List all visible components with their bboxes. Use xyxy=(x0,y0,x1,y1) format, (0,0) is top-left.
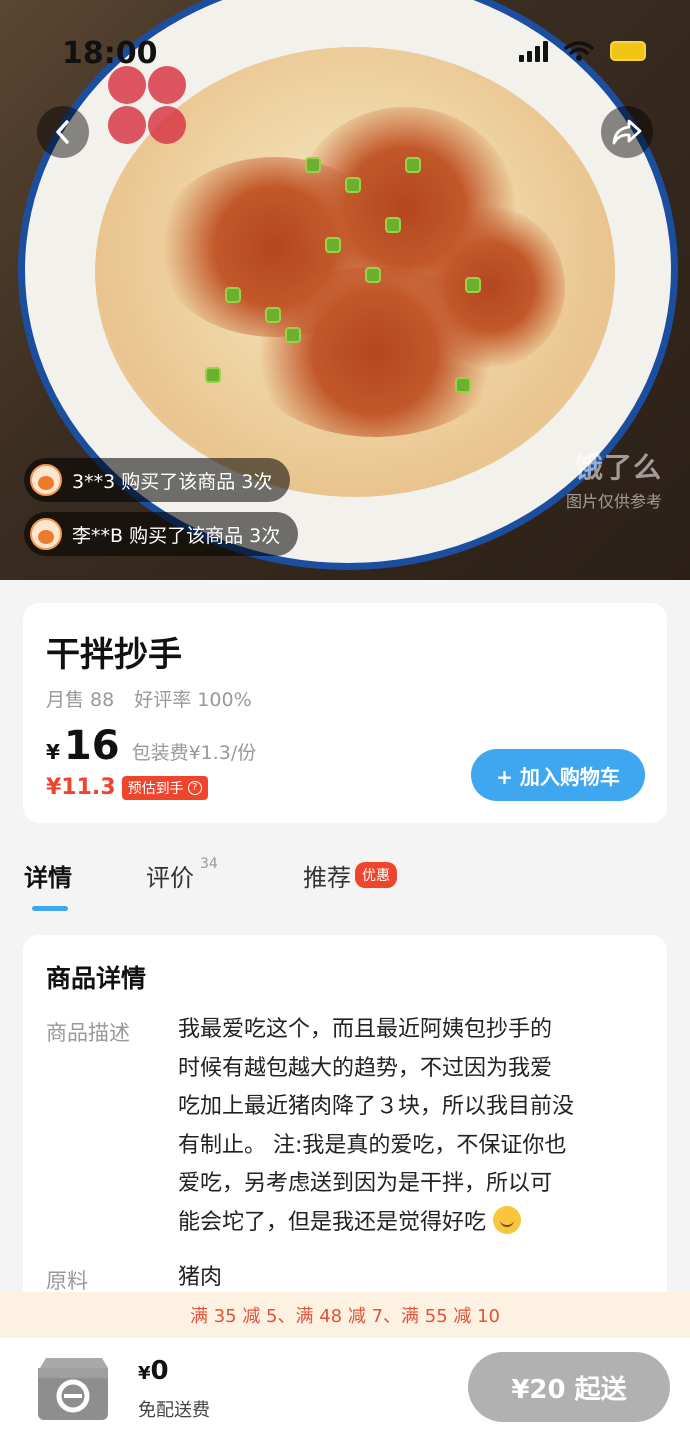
estimated-tag-label: 预估到手 xyxy=(127,780,184,797)
signal-icon xyxy=(519,40,548,62)
ingredients-label: 原料 xyxy=(46,1269,88,1293)
chevron-left-icon xyxy=(56,120,69,144)
tab-label: 详情 xyxy=(24,864,72,892)
product-image[interactable]: 饿了么 图片仅供参考 18:00 3**3 购买了该商品 3次 李**B 购买了… xyxy=(0,0,690,580)
status-time: 18:00 xyxy=(62,36,158,71)
cart-bar: ¥ 0 免配送费 ¥20 起送 xyxy=(0,1338,690,1451)
estimated-price: ¥11.3 xyxy=(46,775,116,800)
description-line: 有制止。 注:我是真的爱吃，不保证你也 xyxy=(178,1132,567,1158)
buyer-notice-text: 李**B 购买了该商品 3次 xyxy=(72,524,281,547)
tab-details[interactable]: 详情 xyxy=(24,858,72,893)
tab-label: 评价 xyxy=(146,864,194,892)
tab-active-indicator xyxy=(32,906,68,911)
tab-bar: 详情 评价 34 推荐 优惠 xyxy=(0,856,690,918)
avatar xyxy=(30,464,62,496)
cart-total-value: 0 xyxy=(150,1356,169,1386)
avatar xyxy=(30,518,62,550)
buyer-notice-text: 3**3 购买了该商品 3次 xyxy=(72,470,273,493)
product-name: 干拌抄手 xyxy=(46,635,182,675)
review-count: 34 xyxy=(200,856,218,872)
description-line: 吃加上最近猪肉降了３块，所以我目前没 xyxy=(178,1094,575,1119)
seal-logo xyxy=(108,66,188,166)
packaging-fee: 包装费¥1.3/份 xyxy=(131,742,257,764)
description-line: 我最爱吃这个，而且最近阿姨包抄手的 xyxy=(178,1017,553,1042)
cart-box-icon[interactable] xyxy=(32,1350,112,1426)
product-stats: 月售 88 好评率 100% xyxy=(46,685,252,712)
discount-promo-bar: 满 35 减 5、满 48 减 7、满 55 减 10 xyxy=(0,1292,690,1338)
tab-recommend[interactable]: 推荐 优惠 xyxy=(303,858,397,893)
tab-reviews[interactable]: 评价 34 xyxy=(146,856,218,893)
tab-label: 推荐 xyxy=(303,864,351,892)
status-icons xyxy=(519,40,646,62)
watermark-brand: 饿了么 xyxy=(574,451,662,484)
share-icon xyxy=(612,119,642,145)
checkout-button[interactable]: ¥20 起送 xyxy=(468,1352,670,1422)
product-price: 16 xyxy=(63,723,120,769)
estimated-tag[interactable]: 预估到手 ? xyxy=(121,775,208,800)
description-text: 我最爱吃这个，而且最近阿姨包抄手的 时候有越包越大的趋势，不过因为我爱 吃加上最… xyxy=(178,1011,648,1242)
cart-total: ¥ 0 xyxy=(138,1356,169,1386)
battery-icon xyxy=(610,41,646,61)
back-button[interactable] xyxy=(37,106,89,158)
share-button[interactable] xyxy=(601,106,653,158)
monthly-sales: 月售 88 xyxy=(46,689,115,711)
description-line: 时候有越包越大的趋势，不过因为我爱 xyxy=(178,1055,553,1081)
details-title: 商品详情 xyxy=(46,964,147,993)
currency-symbol: ¥ xyxy=(46,740,60,764)
product-details-card: 商品详情 商品描述 我最爱吃这个，而且最近阿姨包抄手的 时候有越包越大的趋势，不… xyxy=(23,935,667,1315)
description-line-last: 能会坨了，但是我还是觉得好吃 xyxy=(178,1204,648,1243)
description-label: 商品描述 xyxy=(46,1021,130,1045)
price-row: ¥ 16 包装费¥1.3/份 xyxy=(46,723,256,769)
rating: 好评率 100% xyxy=(134,689,252,711)
product-info-card: 干拌抄手 月售 88 好评率 100% ¥ 16 包装费¥1.3/份 ¥11.3… xyxy=(23,603,667,823)
add-to-cart-button[interactable]: + 加入购物车 xyxy=(471,749,645,801)
wifi-icon xyxy=(564,41,594,61)
cart-currency: ¥ xyxy=(138,1363,151,1384)
buyer-notice: 3**3 购买了该商品 3次 xyxy=(24,458,291,502)
help-icon: ? xyxy=(187,780,202,795)
description-line: 能会坨了，但是我还是觉得好吃 xyxy=(178,1209,487,1235)
discount-badge: 优惠 xyxy=(355,862,397,888)
delivery-fee: 免配送费 xyxy=(138,1400,210,1421)
estimated-price-row: ¥11.3 预估到手 ? xyxy=(46,775,208,800)
image-watermark: 饿了么 图片仅供参考 xyxy=(566,446,662,512)
description-line: 爱吃，另考虑送到因为是干拌，所以可 xyxy=(178,1171,553,1196)
buyer-notice: 李**B 购买了该商品 3次 xyxy=(24,512,299,556)
smile-emoji-icon xyxy=(493,1205,522,1234)
watermark-note: 图片仅供参考 xyxy=(565,492,662,511)
